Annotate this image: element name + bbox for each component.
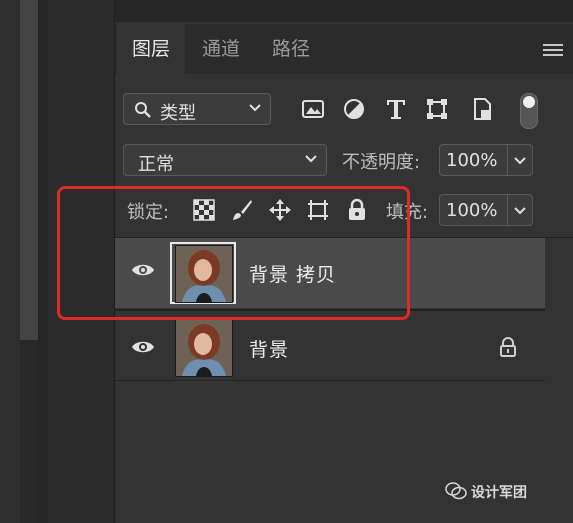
fill-value: 100%	[446, 200, 498, 221]
chevron-down-icon	[305, 155, 317, 163]
annotation-highlight-frame	[57, 186, 410, 320]
layer-row-background[interactable]: 背景	[115, 311, 545, 381]
panel-top-bar	[115, 0, 573, 22]
chevron-down-icon	[514, 157, 526, 165]
fill-dropdown-button[interactable]	[507, 195, 532, 225]
left-panel-gutter	[38, 0, 48, 523]
left-panel-edge	[0, 0, 20, 523]
filter-type-dropdown[interactable]: 类型	[123, 93, 271, 125]
image-filter-icon[interactable]	[301, 97, 325, 121]
search-icon	[135, 102, 151, 118]
opacity-dropdown-button[interactable]	[507, 145, 532, 175]
filter-toggle-switch[interactable]	[520, 93, 538, 129]
smart-object-filter-icon[interactable]	[470, 97, 494, 121]
opacity-label: 不透明度:	[342, 152, 421, 173]
opacity-value: 100%	[446, 150, 498, 171]
watermark-text: 设计军团	[471, 485, 527, 501]
wechat-icon	[445, 482, 467, 500]
tab-layers[interactable]: 图层	[117, 24, 185, 74]
fill-field[interactable]: 100%	[439, 194, 533, 226]
filter-toggle-knob	[523, 96, 535, 108]
filter-type-label: 类型	[160, 103, 196, 124]
shape-filter-icon[interactable]	[425, 97, 449, 121]
portrait-thumbnail-image	[176, 320, 232, 376]
eye-icon[interactable]	[131, 339, 155, 355]
panel-menu-icon[interactable]	[543, 44, 563, 56]
opacity-field[interactable]: 100%	[439, 144, 533, 176]
adjustment-filter-icon[interactable]	[342, 97, 366, 121]
type-filter-icon[interactable]	[384, 97, 408, 121]
blend-mode-dropdown[interactable]: 正常	[123, 144, 327, 176]
lock-icon	[500, 337, 516, 357]
chevron-down-icon	[249, 104, 261, 112]
layer-name[interactable]: 背景	[249, 335, 289, 362]
chevron-down-icon	[514, 207, 526, 215]
blend-mode-label: 正常	[138, 154, 174, 175]
tab-channels[interactable]: 通道	[187, 24, 255, 74]
tab-paths[interactable]: 路径	[257, 24, 325, 74]
divider	[115, 380, 545, 381]
layer-thumbnail[interactable]	[175, 319, 233, 377]
left-scrollbar[interactable]	[20, 0, 38, 340]
